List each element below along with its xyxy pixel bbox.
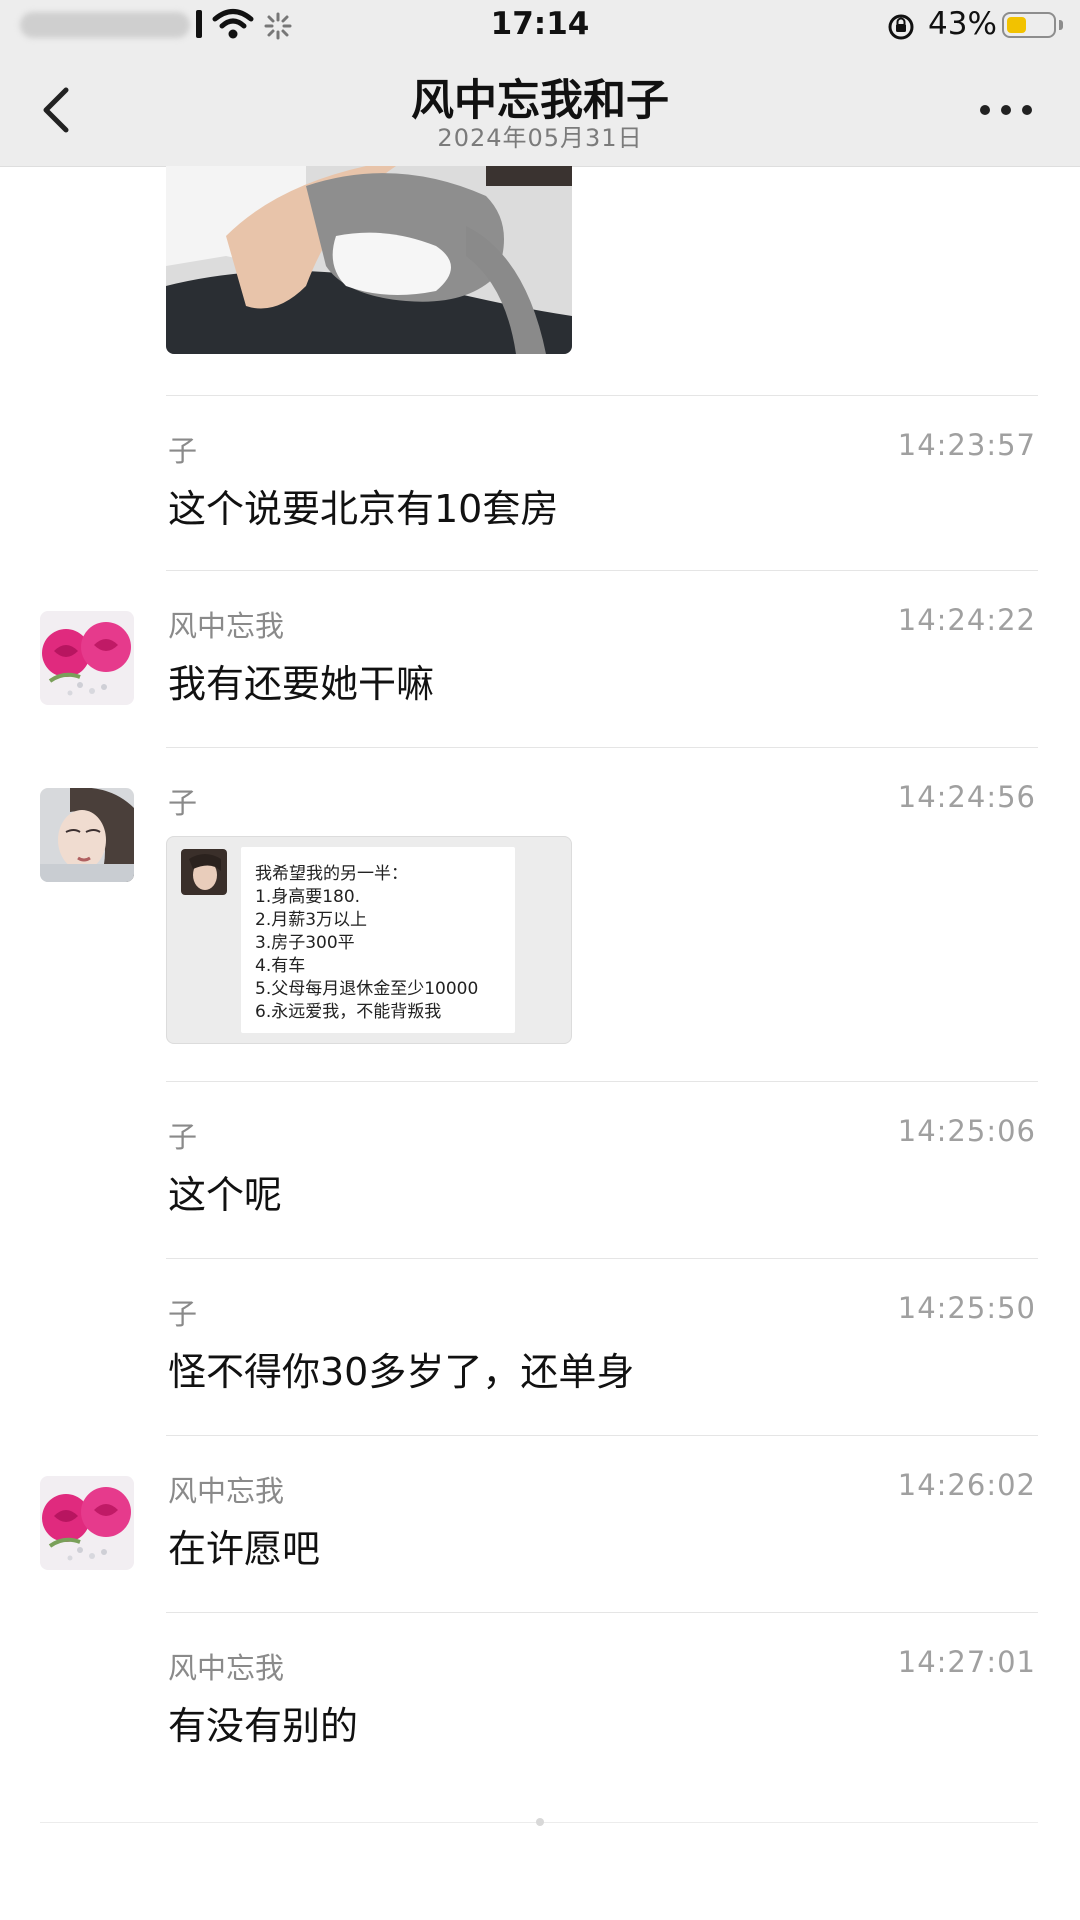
avatar-roses[interactable] (40, 611, 134, 705)
message-time: 14:25:50 (897, 1291, 1036, 1325)
message-time: 14:24:22 (897, 603, 1036, 637)
message-text: 这个呢 (168, 1173, 283, 1217)
orientation-lock-icon (888, 14, 914, 40)
sender-name: 风中忘我 (168, 609, 285, 643)
message-row[interactable]: 风中忘我 14:27:01 有没有别的 (0, 1613, 1080, 1789)
card-line: 3.房子300平 (255, 933, 355, 953)
message-text: 这个说要北京有10套房 (168, 487, 559, 531)
message-time: 14:24:56 (897, 780, 1036, 814)
status-time: 17:14 (490, 6, 590, 42)
battery-percent: 43% (928, 6, 997, 42)
message-time: 14:27:01 (897, 1645, 1036, 1679)
top-bar: 17:14 43% 风中忘我和子 2024年05月31日 (0, 0, 1080, 167)
card-line: 6.永远爱我，不能背叛我 (255, 1002, 442, 1022)
status-bar: 17:14 43% (0, 0, 1080, 50)
card-text-sheet: 我希望我的另一半： 1.身高要180. 2.月薪3万以上 3.房子300平 4.… (241, 847, 515, 1033)
card-line: 1.身高要180. (255, 887, 361, 907)
message-text: 我有还要她干嘛 (168, 662, 435, 706)
message-text: 在许愿吧 (168, 1527, 321, 1571)
card-line: 2.月薪3万以上 (255, 910, 368, 930)
avatar-girl[interactable] (40, 788, 134, 882)
message-text: 怪不得你30多岁了，还单身 (168, 1350, 635, 1394)
battery-icon (1002, 12, 1056, 38)
card-line: 5.父母每月退休金至少10000 (255, 979, 479, 999)
message-row[interactable]: 风中忘我 14:26:02 在许愿吧 (0, 1436, 1080, 1612)
battery-level (1007, 17, 1026, 33)
battery-cap (1059, 20, 1063, 30)
sender-name: 风中忘我 (168, 1651, 285, 1685)
cat-photo-illustration (166, 166, 572, 354)
message-row[interactable]: 子 14:25:06 这个呢 (0, 1082, 1080, 1258)
sender-name: 子 (168, 1297, 198, 1331)
girl-avatar-image (40, 788, 134, 882)
card-line: 我希望我的另一半： (255, 864, 408, 884)
sender-name: 子 (168, 1120, 198, 1154)
sender-name: 子 (168, 786, 198, 820)
cat-photo[interactable] (166, 166, 572, 354)
roses-avatar-image (40, 1476, 134, 1570)
message-time: 14:25:06 (897, 1114, 1036, 1148)
page-indicator-dot (536, 1818, 544, 1826)
avatar-roses[interactable] (40, 1476, 134, 1570)
card-line: 4.有车 (255, 956, 306, 976)
card-avatar (181, 849, 227, 895)
message-time: 14:23:57 (897, 428, 1036, 462)
card-avatar-image (181, 849, 227, 895)
roses-avatar-image (40, 611, 134, 705)
message-text: 有没有别的 (168, 1704, 359, 1748)
sender-name: 风中忘我 (168, 1474, 285, 1508)
more-options-button[interactable] (980, 102, 1032, 118)
message-row[interactable]: 子 14:25:50 怪不得你30多岁了，还单身 (0, 1259, 1080, 1435)
screenshot-image-card[interactable]: 我希望我的另一半： 1.身高要180. 2.月薪3万以上 3.房子300平 4.… (166, 836, 572, 1044)
sender-name: 子 (168, 434, 198, 468)
message-row[interactable]: 子 14:23:57 这个说要北京有10套房 (0, 396, 1080, 570)
message-row[interactable]: 风中忘我 14:24:22 我有还要她干嘛 (0, 571, 1080, 747)
message-time: 14:26:02 (897, 1468, 1036, 1502)
chat-date: 2024年05月31日 (437, 124, 643, 152)
